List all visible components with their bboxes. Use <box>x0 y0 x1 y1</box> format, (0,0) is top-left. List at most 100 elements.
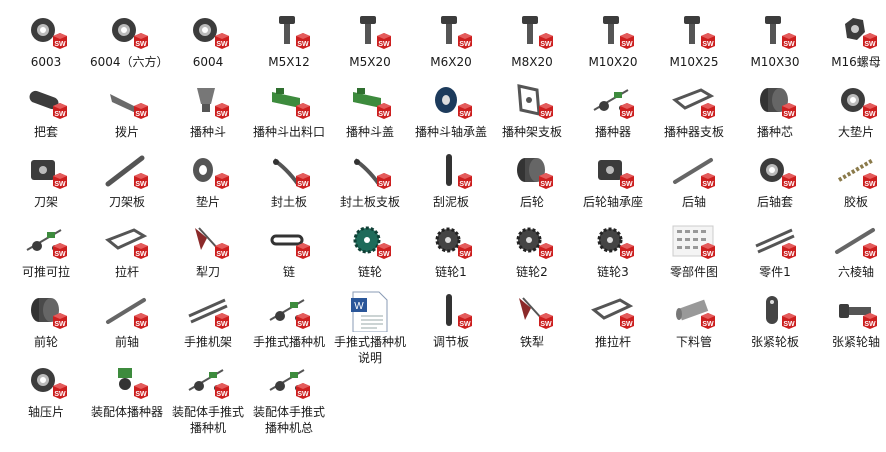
file-item[interactable]: SW 后轮 <box>492 150 572 210</box>
solidworks-badge-icon: SW <box>620 103 634 119</box>
bar-icon: SW <box>104 150 150 192</box>
svg-text:SW: SW <box>135 391 147 398</box>
file-item[interactable]: SW 可推可拉 <box>6 220 86 280</box>
rod-icon: SW <box>671 150 717 192</box>
file-item[interactable]: SW 铁犁 <box>492 290 572 350</box>
file-item[interactable]: SW 后轴 <box>654 150 734 210</box>
solidworks-badge-icon: SW <box>863 33 877 49</box>
file-item[interactable]: SW 播种斗盖 <box>330 80 410 140</box>
file-item[interactable]: SW 链轮2 <box>492 220 572 280</box>
svg-text:SW: SW <box>702 321 714 328</box>
file-item[interactable]: SW 播种斗轴承盖 <box>411 80 491 140</box>
file-item[interactable]: SW 六棱轴 <box>816 220 886 280</box>
file-item[interactable]: SW 装配体播种器 <box>87 360 167 420</box>
file-item[interactable]: SW 拉杆 <box>87 220 167 280</box>
file-item[interactable]: SW 链轮3 <box>573 220 653 280</box>
file-item[interactable]: SW 零部件图 <box>654 220 734 280</box>
file-item[interactable]: SW 后轮轴承座 <box>573 150 653 210</box>
file-item[interactable]: SW M16螺母 <box>816 10 886 70</box>
file-label: 六棱轴 <box>837 265 874 279</box>
file-item[interactable]: SW 推拉杆 <box>573 290 653 350</box>
file-item[interactable]: SW M10X30 <box>735 10 815 70</box>
solidworks-badge-icon: SW <box>782 103 796 119</box>
file-item[interactable]: SW 装配体手推式播种机总 <box>249 360 329 436</box>
file-item[interactable]: SW M5X20 <box>330 10 410 70</box>
bearing-ring-icon: SW <box>23 360 69 402</box>
file-item[interactable]: SW 播种器支板 <box>654 80 734 140</box>
rods-icon: SW <box>752 220 798 262</box>
green-part-icon: SW <box>347 80 393 122</box>
plate-icon: SW <box>104 80 150 122</box>
svg-text:SW: SW <box>297 321 309 328</box>
file-item[interactable]: SW 拨片 <box>87 80 167 140</box>
file-item[interactable]: SW 大垫片 <box>816 80 886 140</box>
file-item[interactable]: SW 前轴 <box>87 290 167 350</box>
file-item[interactable]: SW 胶板 <box>816 150 886 210</box>
solidworks-badge-icon: SW <box>458 243 472 259</box>
file-item[interactable]: SW 6004 <box>168 10 248 70</box>
solidworks-badge-icon: SW <box>215 243 229 259</box>
file-label: 链 <box>282 265 295 279</box>
solidworks-badge-icon: SW <box>134 313 148 329</box>
file-item[interactable]: SW 链 <box>249 220 329 280</box>
bearing-ring-icon: SW <box>833 80 879 122</box>
file-item[interactable]: SW 刮泥板 <box>411 150 491 210</box>
file-item[interactable]: SW 张紧轮轴 <box>816 290 886 350</box>
svg-text:SW: SW <box>297 181 309 188</box>
file-item[interactable]: SW 犁刀 <box>168 220 248 280</box>
drawing-icon: SW <box>671 220 717 262</box>
file-item[interactable]: SW M10X25 <box>654 10 734 70</box>
file-item[interactable]: SW M5X12 <box>249 10 329 70</box>
file-item[interactable]: SW 链轮1 <box>411 220 491 280</box>
file-label: 刀架板 <box>108 195 145 209</box>
solidworks-badge-icon: SW <box>377 173 391 189</box>
file-item[interactable]: SW 手推机架 <box>168 290 248 350</box>
svg-text:SW: SW <box>135 251 147 258</box>
file-item[interactable]: SW 链轮 <box>330 220 410 280</box>
solidworks-badge-icon: SW <box>863 103 877 119</box>
file-item[interactable]: SW 播种斗 <box>168 80 248 140</box>
file-item[interactable]: SW 6004（六方） <box>87 10 169 70</box>
file-item[interactable]: SW 把套 <box>6 80 86 140</box>
file-item[interactable]: SW 播种架支板 <box>492 80 572 140</box>
file-item[interactable]: SW 后轴套 <box>735 150 815 210</box>
file-item[interactable]: SW 调节板 <box>411 290 491 350</box>
file-label: 拉杆 <box>114 265 139 279</box>
svg-text:SW: SW <box>378 41 390 48</box>
file-item[interactable]: SW 封土板 <box>249 150 329 210</box>
file-item[interactable]: SW 轴压片 <box>6 360 86 420</box>
file-item[interactable]: SW 6003 <box>6 10 86 70</box>
file-item[interactable]: SW 下料管 <box>654 290 734 350</box>
file-item[interactable]: W 手推式播种机说明 <box>330 290 410 366</box>
file-item[interactable]: SW 播种器 <box>573 80 653 140</box>
file-item[interactable]: SW 刀架板 <box>87 150 167 210</box>
file-label: 大垫片 <box>837 125 874 139</box>
file-label: 推拉杆 <box>594 335 631 349</box>
svg-text:SW: SW <box>459 111 471 118</box>
file-item[interactable]: SW 垫片 <box>168 150 248 210</box>
blade-icon: SW <box>266 150 312 192</box>
file-item[interactable]: SW 手推式播种机 <box>249 290 329 350</box>
file-item[interactable]: SW 刀架 <box>6 150 86 210</box>
file-label: 后轮 <box>519 195 544 209</box>
file-item[interactable]: SW 播种芯 <box>735 80 815 140</box>
file-label: 装配体手推式播种机 <box>171 405 244 435</box>
svg-text:SW: SW <box>783 321 795 328</box>
file-item[interactable]: SW 播种斗出料口 <box>249 80 329 140</box>
sprocket-icon: SW <box>590 220 636 262</box>
file-item[interactable]: SW 零件1 <box>735 220 815 280</box>
svg-text:SW: SW <box>621 111 633 118</box>
file-label: 零部件图 <box>669 265 718 279</box>
seeder-icon: SW <box>266 290 312 332</box>
file-item[interactable]: SW M6X20 <box>411 10 491 70</box>
chain-icon: SW <box>266 220 312 262</box>
svg-text:SW: SW <box>135 321 147 328</box>
seeder-icon: SW <box>23 220 69 262</box>
file-item[interactable]: SW 前轮 <box>6 290 86 350</box>
file-item[interactable]: SW M8X20 <box>492 10 572 70</box>
file-item[interactable]: SW 封土板支板 <box>330 150 410 210</box>
file-item[interactable]: SW M10X20 <box>573 10 653 70</box>
seeder-icon: SW <box>590 80 636 122</box>
file-item[interactable]: SW 张紧轮板 <box>735 290 815 350</box>
file-item[interactable]: SW 装配体手推式播种机 <box>168 360 248 436</box>
